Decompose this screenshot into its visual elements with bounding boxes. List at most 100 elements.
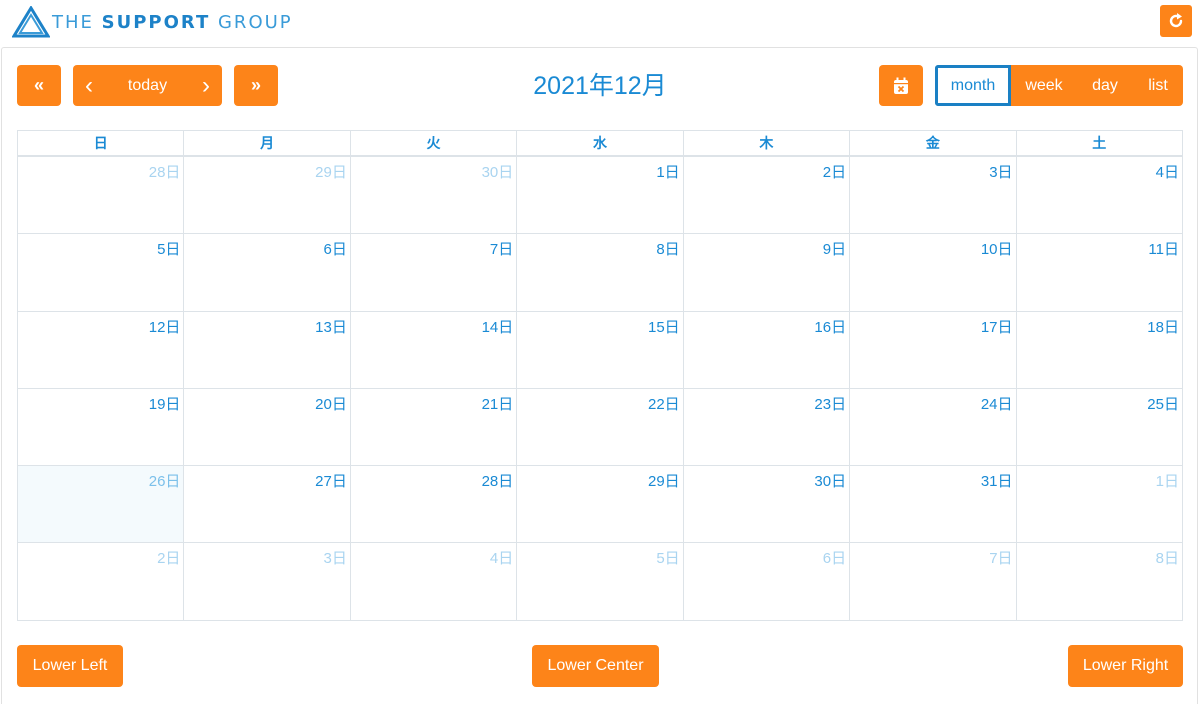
next-month-button[interactable]: › <box>202 72 210 100</box>
day-cell[interactable]: 27日 <box>183 466 349 543</box>
day-cell[interactable]: 30日 <box>682 466 849 543</box>
view-week-button[interactable]: week <box>1011 65 1077 106</box>
day-number: 28日 <box>148 164 181 181</box>
day-cell[interactable]: 6日 <box>183 234 349 311</box>
today-button[interactable]: today <box>128 77 167 95</box>
day-cell[interactable]: 10日 <box>849 234 1015 311</box>
day-number: 31日 <box>980 473 1013 491</box>
prev-month-button[interactable]: ‹ <box>85 72 93 100</box>
day-cell[interactable]: 28日 <box>349 466 516 543</box>
lower-left-button[interactable]: Lower Left <box>17 645 123 687</box>
refresh-button[interactable] <box>1160 5 1192 37</box>
day-cell[interactable]: 7日 <box>349 234 516 311</box>
weekday-header: 火 <box>349 131 516 155</box>
day-cell[interactable]: 30日 <box>349 157 516 234</box>
day-cell[interactable]: 11日 <box>1015 234 1182 311</box>
day-cell[interactable]: 3日 <box>849 157 1015 234</box>
day-cell[interactable]: 6日 <box>682 543 849 621</box>
triangle-logo-icon <box>12 6 50 38</box>
day-cell[interactable]: 17日 <box>849 311 1015 388</box>
day-cell[interactable]: 24日 <box>849 388 1015 466</box>
weekday-header-row: 日 月火水木金土 <box>18 131 1182 157</box>
day-number: 7日 <box>489 241 514 259</box>
next-year-button[interactable]: » <box>234 65 278 106</box>
day-number: 29日 <box>315 164 347 181</box>
calendar-x-icon <box>894 77 908 94</box>
day-cell[interactable]: 1日 <box>516 157 682 234</box>
brand-name: THE SUPPORT GROUP <box>52 12 293 33</box>
day-cell[interactable]: 22日 <box>516 388 682 466</box>
day-number: 22日 <box>648 395 680 413</box>
day-number: 1日 <box>656 164 680 181</box>
day-cell[interactable]: 23日 <box>682 388 849 466</box>
view-switcher: month week day list <box>935 65 1183 106</box>
day-number: 11日 <box>1148 241 1179 259</box>
day-cell[interactable]: 5日 <box>18 234 183 310</box>
day-number: 4日 <box>489 550 514 568</box>
weekday-header: 木 <box>682 131 849 155</box>
day-number: 5日 <box>157 241 181 259</box>
day-number: 13日 <box>315 318 347 336</box>
day-cell[interactable]: 5日 <box>516 543 682 621</box>
day-number: 5日 <box>656 550 680 568</box>
day-number: 24日 <box>980 395 1013 413</box>
day-cell[interactable]: 31日 <box>849 466 1015 543</box>
day-cell[interactable]: 9日 <box>682 234 849 311</box>
day-cell[interactable]: 15日 <box>516 311 682 388</box>
day-cell[interactable]: 29日 <box>183 157 349 234</box>
day-cell[interactable]: 18日 <box>1015 311 1182 388</box>
day-cell-today[interactable]: 26日 <box>18 466 184 543</box>
prev-year-button[interactable]: « <box>17 65 61 106</box>
top-bar: THE SUPPORT GROUP <box>0 0 1200 46</box>
day-number: 28日 <box>481 473 514 491</box>
day-cell[interactable]: 28日 <box>18 157 183 233</box>
day-cell[interactable]: 2日 <box>18 543 183 620</box>
day-cell[interactable]: 13日 <box>183 311 349 388</box>
day-cell[interactable]: 25日 <box>1015 388 1182 466</box>
day-cell[interactable]: 16日 <box>682 311 849 388</box>
day-number: 26日 <box>148 473 181 491</box>
weekday-header: 水 <box>516 131 682 155</box>
day-cell[interactable]: 2日 <box>682 157 849 234</box>
day-number: 6日 <box>822 550 847 568</box>
brand-name-bold: SUPPORT <box>101 11 211 33</box>
day-number: 23日 <box>814 395 847 413</box>
day-number: 20日 <box>315 395 347 413</box>
calendar-clear-button[interactable] <box>879 65 923 106</box>
day-cell[interactable]: 4日 <box>349 543 516 621</box>
double-chevron-right-icon: » <box>250 75 261 95</box>
day-cell[interactable]: 14日 <box>349 311 516 388</box>
day-number: 17日 <box>980 318 1013 336</box>
day-number: 7日 <box>989 550 1013 568</box>
day-number: 16日 <box>814 318 847 336</box>
day-cell[interactable]: 8日 <box>1015 543 1182 621</box>
day-cell[interactable]: 7日 <box>849 543 1015 621</box>
month-grid: 日 月火水木金土 28日 29日 30日 1日 2日 3日 4日 5日 6日 7日 8日 9日 10日 11… <box>17 130 1183 621</box>
day-cell[interactable]: 29日 <box>516 466 682 543</box>
day-cell[interactable]: 12日 <box>18 312 183 388</box>
week-row: 12日 13日 14日 15日 16日 17日 18日 <box>18 311 1182 389</box>
day-cell[interactable]: 4日 <box>1015 157 1182 234</box>
day-number: 2日 <box>822 164 847 181</box>
lower-center-button[interactable]: Lower Center <box>532 645 659 687</box>
day-number: 8日 <box>656 241 680 259</box>
view-list-button[interactable]: list <box>1133 65 1183 106</box>
brand-logo: THE SUPPORT GROUP <box>12 6 293 38</box>
view-day-button[interactable]: day <box>1077 65 1133 106</box>
week-row: 19日 20日 21日 22日 23日 24日 25日 <box>18 388 1182 467</box>
day-cell[interactable]: 21日 <box>349 388 516 466</box>
day-cell[interactable]: 19日 <box>18 389 183 465</box>
day-number: 3日 <box>323 550 347 568</box>
day-number: 10日 <box>980 241 1013 259</box>
view-month-button[interactable]: month <box>935 65 1011 106</box>
day-number: 27日 <box>315 473 347 491</box>
brand-name-part: THE <box>52 11 94 33</box>
day-cell[interactable]: 8日 <box>516 234 682 311</box>
weekday-header: 月 <box>183 131 349 155</box>
day-cell[interactable]: 1日 <box>1015 466 1182 543</box>
day-number: 6日 <box>323 241 347 259</box>
day-cell[interactable]: 3日 <box>183 543 349 621</box>
lower-right-button[interactable]: Lower Right <box>1068 645 1183 687</box>
day-cell[interactable]: 20日 <box>183 388 349 466</box>
week-row: 28日 29日 30日 1日 2日 3日 4日 <box>18 157 1182 235</box>
